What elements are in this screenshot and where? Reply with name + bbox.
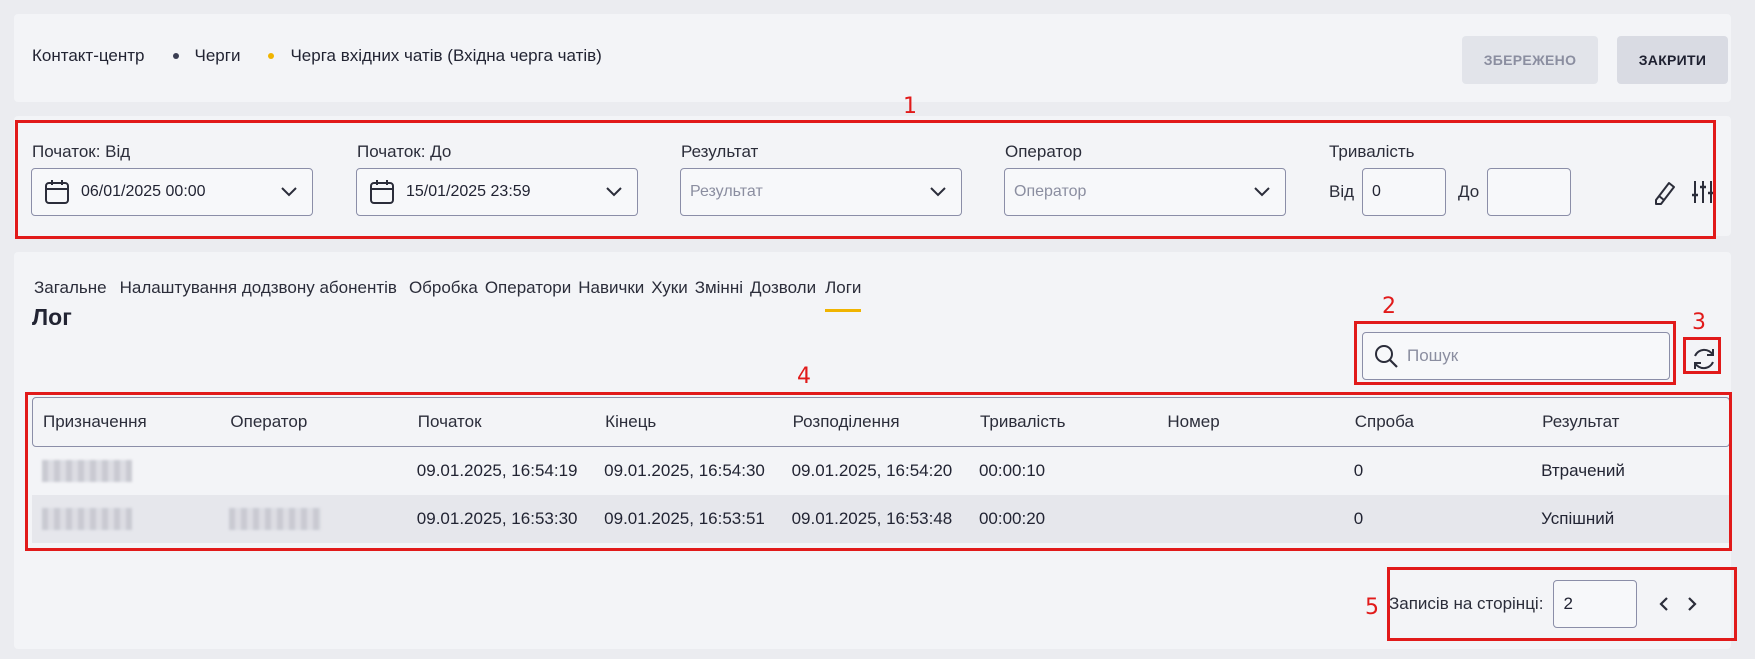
annotation-number-2: 2 — [1382, 294, 1396, 319]
tab-permissions[interactable]: Дозволи — [750, 278, 816, 298]
tab-general[interactable]: Загальне — [34, 278, 107, 298]
breadcrumb-separator — [268, 53, 275, 59]
tab-bar: Загальне Налаштування додзвону абонентів… — [34, 278, 862, 312]
close-button[interactable]: ЗАКРИТИ — [1617, 36, 1728, 84]
saved-button[interactable]: ЗБЕРЕЖЕНО — [1462, 36, 1598, 84]
annotation-number-3: 3 — [1692, 310, 1706, 335]
header-panel: Контакт-центр Черги Черга вхідних чатів … — [14, 14, 1731, 102]
tab-processing[interactable]: Обробка — [409, 278, 478, 298]
annotation-box-4 — [25, 392, 1732, 551]
annotation-number-4: 4 — [797, 364, 811, 389]
tab-skills[interactable]: Навички — [578, 278, 644, 298]
breadcrumb-separator — [172, 53, 179, 59]
tab-hooks[interactable]: Хуки — [651, 278, 687, 298]
annotation-box-1 — [15, 120, 1716, 239]
breadcrumb-current-queue: Черга вхідних чатів (Вхідна черга чатів) — [290, 46, 602, 65]
breadcrumb-queues[interactable]: Черги — [195, 46, 241, 66]
breadcrumb: Контакт-центр Черги Черга вхідних чатів … — [32, 46, 602, 66]
tab-operators[interactable]: Оператори — [485, 278, 571, 298]
annotation-box-5 — [1387, 567, 1737, 641]
annotation-box-2 — [1354, 321, 1676, 385]
annotation-number-1: 1 — [903, 94, 917, 119]
annotation-box-3 — [1683, 337, 1721, 374]
log-title: Лог — [32, 304, 72, 330]
annotation-number-5: 5 — [1365, 595, 1379, 620]
tab-callback-settings[interactable]: Налаштування додзвону абонентів — [120, 278, 397, 298]
tab-variables[interactable]: Змінні — [695, 278, 743, 298]
breadcrumb-contact-center[interactable]: Контакт-центр — [32, 46, 145, 66]
tab-logs[interactable]: Логи — [825, 278, 862, 312]
